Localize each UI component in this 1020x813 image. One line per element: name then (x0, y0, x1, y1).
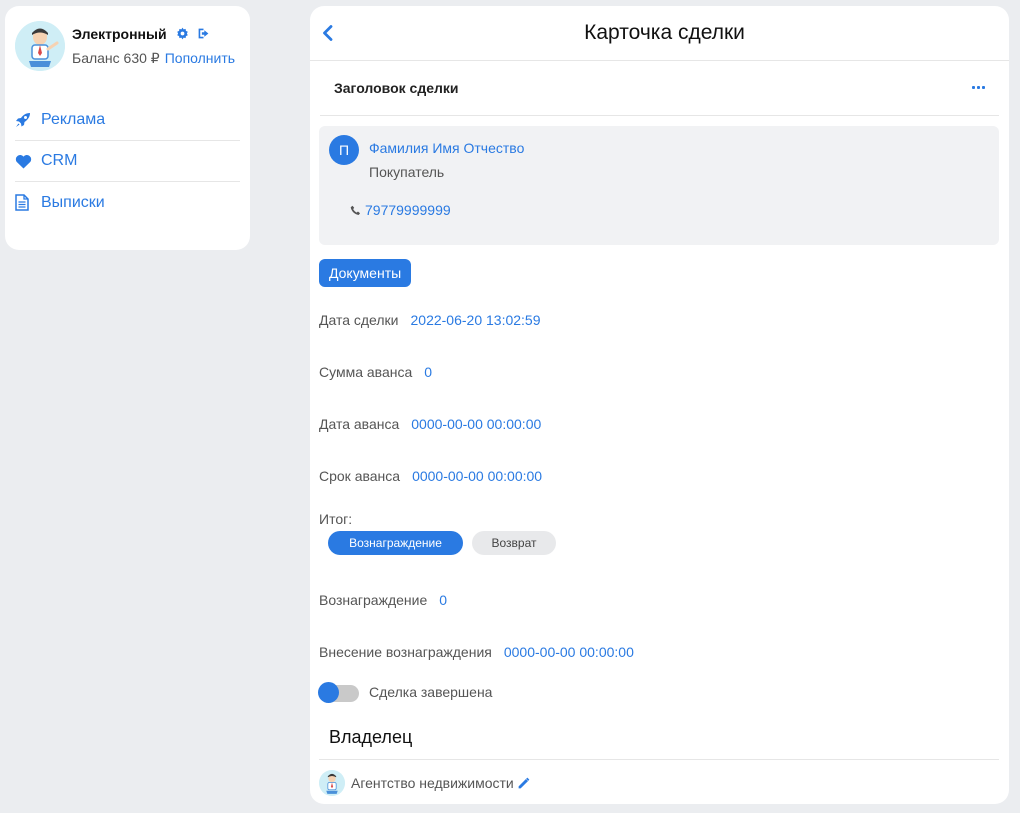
deal-date-field: Дата сделки 2022-06-20 13:02:59 (319, 312, 541, 328)
client-phone-link[interactable]: 79779999999 (350, 202, 451, 218)
advance-term-value[interactable]: 0000-00-00 00:00:00 (412, 468, 542, 484)
advance-term-field: Срок аванса 0000-00-00 00:00:00 (319, 468, 542, 484)
field-label: Дата сделки (319, 312, 399, 328)
client-avatar: П (329, 135, 359, 165)
client-name-link[interactable]: Фамилия Имя Отчество (369, 140, 524, 156)
client-phone: 79779999999 (365, 202, 451, 218)
sidebar-item-ads[interactable]: Реклама (15, 100, 240, 141)
sidebar-item-label: Реклама (41, 111, 106, 128)
account-sidebar: Электронный Баланс 630 ₽ Пополнить Реклам… (5, 6, 250, 250)
field-label: Дата аванса (319, 416, 400, 432)
advance-date-field: Дата аванса 0000-00-00 00:00:00 (319, 416, 541, 432)
sidebar-item-label: Выписки (41, 193, 105, 211)
sidebar-item-statements[interactable]: Выписки (15, 182, 240, 223)
deal-completed-label: Сделка завершена (369, 684, 493, 700)
topup-link[interactable]: Пополнить (165, 50, 235, 66)
reward-value[interactable]: 0 (439, 592, 447, 608)
owner-name: Агентство недвижимости (351, 775, 514, 791)
sidebar-item-crm[interactable]: CRM (15, 141, 240, 182)
owner-avatar (319, 770, 345, 796)
sidebar-item-label: CRM (41, 152, 78, 169)
field-label: Внесение вознаграждения (319, 644, 492, 660)
advance-date-value[interactable]: 0000-00-00 00:00:00 (411, 416, 541, 432)
result-option-reward[interactable]: Вознаграждение (328, 531, 463, 555)
result-option-refund[interactable]: Возврат (472, 531, 556, 555)
field-label: Срок аванса (319, 468, 401, 484)
card-header: Карточка сделки (310, 6, 1009, 61)
owner-section-title: Владелец (329, 727, 413, 747)
client-role: Покупатель (369, 164, 445, 180)
owner-row: Агентство недвижимости (319, 770, 530, 796)
page-title: Карточка сделки (584, 21, 745, 44)
documents-button[interactable]: Документы (319, 259, 412, 287)
field-label: Вознаграждение (319, 592, 428, 608)
avatar[interactable] (15, 21, 65, 71)
field-label: Сумма аванса (319, 364, 413, 380)
pencil-icon[interactable] (517, 777, 530, 790)
divider (319, 759, 999, 760)
sidebar-menu: Реклама CRM Выписки (15, 100, 240, 223)
advance-sum-field: Сумма аванса 0 (319, 364, 432, 380)
balance-text: Баланс 630 ₽ (72, 50, 160, 66)
phone-icon (350, 205, 361, 215)
client-card: П Фамилия Имя Отчество Покупатель 797799… (319, 126, 999, 245)
deal-date-value[interactable]: 2022-06-20 13:02:59 (411, 312, 541, 328)
reward-field: Вознаграждение 0 (319, 592, 447, 608)
advance-sum-value[interactable]: 0 (424, 364, 432, 380)
reward-payment-field: Внесение вознаграждения 0000-00-00 00:00:… (319, 644, 634, 660)
rocket-icon (15, 112, 41, 128)
logout-icon[interactable] (196, 26, 210, 40)
account-name: Электронный (72, 26, 167, 42)
deal-header: Заголовок сделки (334, 80, 459, 96)
divider (320, 115, 999, 116)
deal-completed-toggle[interactable] (318, 682, 360, 703)
document-icon (15, 194, 41, 211)
gear-icon[interactable] (175, 26, 189, 40)
reward-payment-value[interactable]: 0000-00-00 00:00:00 (504, 644, 634, 660)
deal-card: Карточка сделки Заголовок сделки П Фамил… (310, 6, 1009, 804)
result-label: Итог: (319, 511, 353, 527)
more-options-icon[interactable] (972, 86, 985, 89)
heart-icon (15, 154, 41, 169)
